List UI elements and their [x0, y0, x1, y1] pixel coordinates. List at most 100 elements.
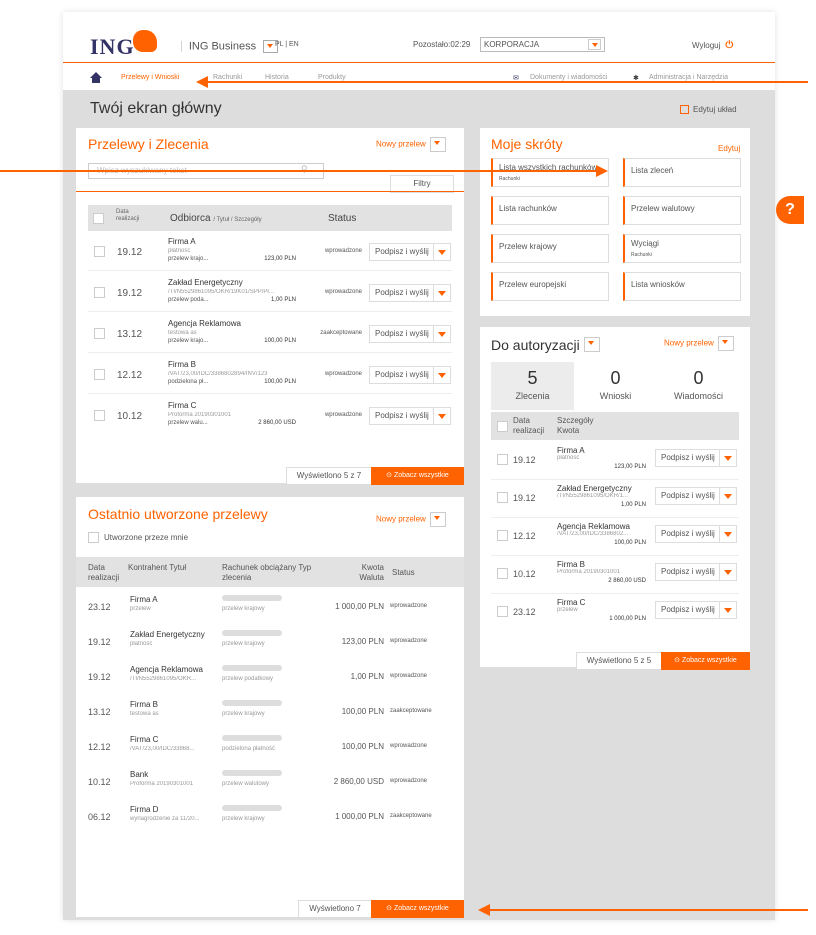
- row-checkbox[interactable]: [497, 568, 508, 579]
- new-transfer-button[interactable]: Nowy przelew: [376, 137, 446, 152]
- recent-new-transfer-button[interactable]: Nowy przelew: [376, 512, 446, 527]
- chevron-down-icon[interactable]: [433, 408, 450, 424]
- row-checkbox[interactable]: [497, 454, 508, 465]
- row-name[interactable]: Firma C: [557, 598, 585, 607]
- sign-send-button[interactable]: Podpisz i wyślij: [655, 525, 737, 543]
- sign-send-button[interactable]: Podpisz i wyślij: [655, 601, 737, 619]
- row-recipient[interactable]: Firma B: [168, 360, 196, 369]
- auth-new-transfer-button[interactable]: Nowy przelew: [664, 336, 734, 351]
- ing-logo[interactable]: ING: [90, 34, 135, 60]
- row-name[interactable]: Firma A: [557, 446, 585, 455]
- shortcut-tile[interactable]: Przelew krajowy: [491, 234, 609, 263]
- row-recipient[interactable]: Agencja Reklamowa: [168, 319, 241, 328]
- transfers-see-all-button[interactable]: ⊙ Zobacz wszystkie: [371, 467, 464, 485]
- row-amount: 1 000,00 PLN: [335, 812, 384, 821]
- row-amount: 100,00 PLN: [341, 742, 384, 751]
- edit-layout-button[interactable]: Edytuj układ: [680, 105, 737, 115]
- row-amount: 1 000,00 PLN: [609, 616, 646, 622]
- chevron-down-icon[interactable]: [719, 526, 736, 542]
- row-recipient[interactable]: Firma C: [168, 401, 196, 410]
- tab-wiadomości[interactable]: 0 Wiadomości: [657, 362, 740, 410]
- row-contractor[interactable]: Firma D: [130, 805, 158, 814]
- row-contractor[interactable]: Firma B: [130, 700, 158, 709]
- col-account: Rachunek obciążany Typ zlecenia: [222, 563, 312, 582]
- shortcut-tile[interactable]: Lista rachunków: [491, 196, 609, 225]
- row-checkbox[interactable]: [94, 369, 105, 380]
- sign-send-button[interactable]: Podpisz i wyślij: [655, 563, 737, 581]
- shortcut-tile[interactable]: Przelew walutowy: [623, 196, 741, 225]
- shortcut-tile[interactable]: Lista wszystkich rachunków Rachunki: [491, 158, 609, 187]
- recent-see-all-button[interactable]: ⊙ Zobacz wszystkie: [371, 900, 464, 918]
- row-order-type: przelew krajowy: [222, 606, 265, 612]
- row-checkbox[interactable]: [497, 530, 508, 541]
- row-checkbox[interactable]: [497, 606, 508, 617]
- sign-send-button[interactable]: Podpisz i wyślij: [369, 243, 451, 261]
- tab-zlecenia[interactable]: 5 Zlecenia: [491, 362, 574, 410]
- nav-item-products[interactable]: Produkty: [318, 74, 346, 81]
- row-details: /VAT/23,00/IDC/3386802...: [557, 531, 629, 537]
- row-checkbox[interactable]: [94, 328, 105, 339]
- row-contractor[interactable]: Zakład Energetyczny: [130, 630, 205, 639]
- chevron-down-icon[interactable]: [719, 564, 736, 580]
- row-contractor[interactable]: Agencja Reklamowa: [130, 665, 203, 674]
- chevron-down-icon[interactable]: [719, 488, 736, 504]
- chevron-down-icon[interactable]: [433, 244, 450, 260]
- shortcut-tile[interactable]: Lista zleceń: [623, 158, 741, 187]
- sign-send-button[interactable]: Podpisz i wyślij: [655, 487, 737, 505]
- company-select[interactable]: KORPORACJA: [480, 37, 605, 52]
- select-all-checkbox[interactable]: [93, 213, 104, 224]
- row-recipient[interactable]: Zakład Energetyczny: [168, 278, 243, 287]
- shortcuts-edit-link[interactable]: Edytuj: [718, 144, 740, 153]
- created-by-me-checkbox[interactable]: [88, 532, 99, 543]
- row-checkbox[interactable]: [497, 492, 508, 503]
- sign-label: Podpisz i wyślij: [661, 567, 715, 576]
- sign-label: Podpisz i wyślij: [661, 529, 715, 538]
- tab-label: Wiadomości: [673, 391, 723, 401]
- shortcut-tile[interactable]: Wyciągi Rachunki: [623, 234, 741, 263]
- row-divider: [88, 352, 452, 353]
- chevron-down-icon[interactable]: [584, 337, 600, 352]
- row-checkbox[interactable]: [94, 410, 105, 421]
- row-checkbox[interactable]: [94, 246, 105, 257]
- shortcut-tile[interactable]: Przelew europejski: [491, 272, 609, 301]
- nav-item-documents[interactable]: Dokumenty i wiadomości: [530, 74, 607, 81]
- row-contractor[interactable]: Firma C: [130, 735, 158, 744]
- sign-send-button[interactable]: Podpisz i wyślij: [655, 449, 737, 467]
- sign-send-button[interactable]: Podpisz i wyślij: [369, 325, 451, 343]
- row-recipient[interactable]: Firma A: [168, 237, 196, 246]
- logout-button[interactable]: Wyloguj ⏻: [692, 40, 733, 51]
- row-contractor[interactable]: Firma A: [130, 595, 158, 604]
- row-contractor[interactable]: Bank: [130, 770, 148, 779]
- nav-item-accounts[interactable]: Rachunki: [213, 74, 242, 81]
- row-type: przelew krajo...: [168, 338, 209, 344]
- row-amount: 1,00 PLN: [270, 297, 296, 303]
- row-checkbox[interactable]: [94, 287, 105, 298]
- sign-send-button[interactable]: Podpisz i wyślij: [369, 284, 451, 302]
- chevron-down-icon[interactable]: [719, 602, 736, 618]
- select-all-checkbox[interactable]: [497, 421, 508, 432]
- chevron-down-icon[interactable]: [719, 450, 736, 466]
- masked-account: [222, 665, 282, 671]
- auth-see-all-button[interactable]: ⊙ Zobacz wszystkie: [661, 652, 750, 670]
- row-name[interactable]: Zakład Energetyczny: [557, 484, 632, 493]
- tab-wnioski[interactable]: 0 Wnioski: [574, 362, 657, 410]
- sign-send-button[interactable]: Podpisz i wyślij: [369, 366, 451, 384]
- auth-count: Wyświetlono 5 z 5: [576, 652, 662, 670]
- shortcut-tile[interactable]: Lista wniosków: [623, 272, 741, 301]
- chevron-down-icon[interactable]: [433, 367, 450, 383]
- row-date: 12.12: [117, 370, 143, 381]
- nav-item-admin[interactable]: Administracja i Narzędzia: [649, 74, 728, 81]
- app-switcher[interactable]: | ING Business: [180, 40, 279, 53]
- row-name[interactable]: Agencja Reklamowa: [557, 522, 630, 531]
- language-switch[interactable]: PL | EN: [275, 41, 299, 48]
- nav-item-history[interactable]: Historia: [265, 74, 289, 81]
- chevron-down-icon[interactable]: [433, 285, 450, 301]
- sign-send-button[interactable]: Podpisz i wyślij: [369, 407, 451, 425]
- row-amount: 123,00 PLN: [264, 256, 296, 262]
- help-button[interactable]: ?: [776, 196, 804, 224]
- row-type: przelew poda...: [168, 297, 209, 303]
- chevron-down-icon[interactable]: [433, 326, 450, 342]
- nav-item-transfers[interactable]: Przelewy i Wnioski: [121, 74, 179, 81]
- row-name[interactable]: Firma B: [557, 560, 585, 569]
- row-details: płatność: [557, 455, 580, 461]
